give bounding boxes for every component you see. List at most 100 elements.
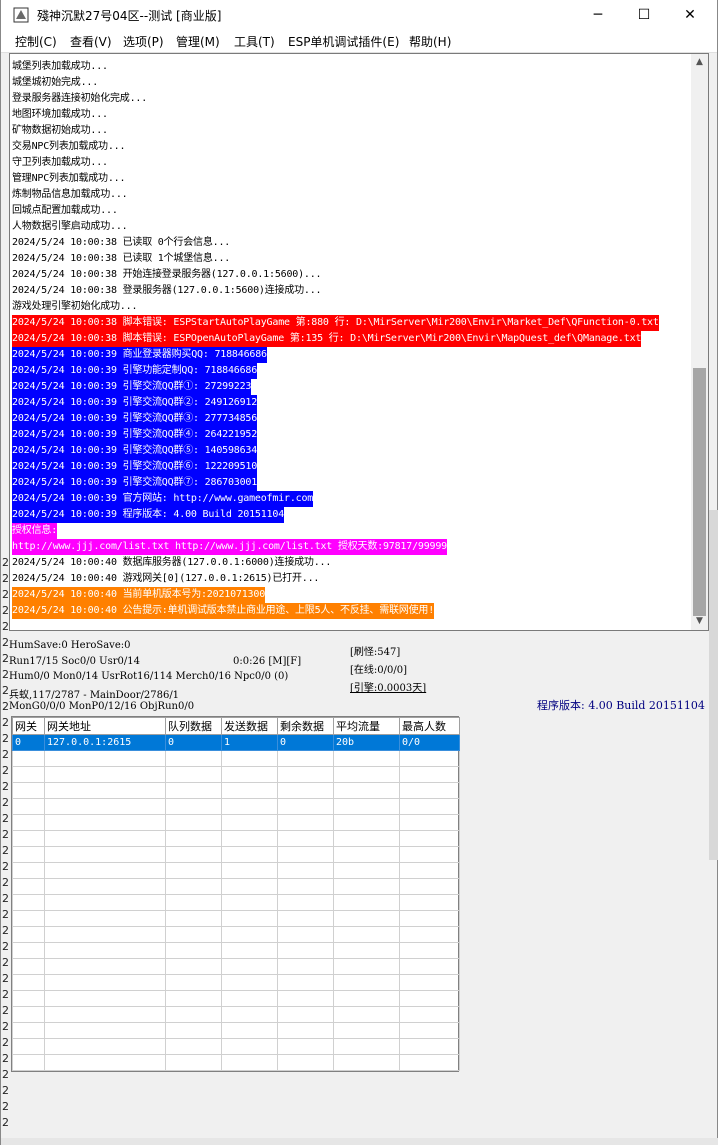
background-digit: 2 bbox=[2, 940, 9, 953]
table-cell bbox=[333, 750, 400, 767]
log-line: 2024/5/24 10:00:39 官方网站: http://www.game… bbox=[12, 491, 313, 507]
table-cell bbox=[221, 1006, 278, 1023]
scroll-down-icon[interactable]: ▼ bbox=[691, 613, 708, 630]
empty-table-row bbox=[12, 958, 460, 975]
table-cell bbox=[221, 1038, 278, 1055]
empty-table-row bbox=[12, 766, 460, 783]
table-cell bbox=[221, 862, 278, 879]
minimize-button[interactable]: ─ bbox=[575, 0, 621, 30]
table-cell bbox=[333, 1054, 400, 1071]
table-cell bbox=[333, 958, 400, 975]
background-digit: 2 bbox=[2, 652, 9, 665]
table-cell bbox=[277, 846, 334, 863]
table-cell bbox=[165, 782, 222, 799]
table-cell bbox=[12, 798, 45, 815]
table-cell bbox=[277, 926, 334, 943]
background-digit: 2 bbox=[2, 700, 9, 713]
table-row[interactable]: 0 127.0.0.1:2615 0 1 0 20b 0/0 bbox=[12, 734, 460, 751]
background-digit: 2 bbox=[2, 764, 9, 777]
col-max-users[interactable]: 最高人数 bbox=[399, 717, 460, 735]
table-cell bbox=[277, 1022, 334, 1039]
table-body: 0 127.0.0.1:2615 0 1 0 20b 0/0 bbox=[12, 734, 460, 1071]
table-cell bbox=[277, 862, 334, 879]
col-queue-data[interactable]: 队列数据 bbox=[165, 717, 222, 735]
table-cell bbox=[165, 1022, 222, 1039]
menu-help[interactable]: 帮助(H) bbox=[409, 33, 451, 50]
scroll-up-icon[interactable]: ▲ bbox=[691, 54, 708, 71]
log-line: 登录服务器连接初始化完成... bbox=[12, 93, 148, 104]
table-cell bbox=[165, 1054, 222, 1071]
col-avg-traffic[interactable]: 平均流量 bbox=[333, 717, 400, 735]
menu-esp-plugin[interactable]: ESP单机调试插件(E) bbox=[288, 33, 399, 50]
table-cell bbox=[12, 1006, 45, 1023]
table-cell bbox=[399, 1038, 460, 1055]
table-cell bbox=[44, 750, 166, 767]
empty-table-row bbox=[12, 894, 460, 911]
close-button[interactable]: ✕ bbox=[667, 0, 713, 30]
table-cell bbox=[399, 862, 460, 879]
table-cell bbox=[221, 942, 278, 959]
background-digit: 2 bbox=[2, 780, 9, 793]
menu-manage[interactable]: 管理(M) bbox=[176, 33, 220, 50]
log-line: 2024/5/24 10:00:40 数据库服务器(127.0.0.1:6000… bbox=[12, 557, 332, 568]
table-cell bbox=[399, 1006, 460, 1023]
log-line: 2024/5/24 10:00:40 当前单机版本号为:2021071300 bbox=[12, 587, 265, 603]
menu-control[interactable]: 控制(C) bbox=[15, 33, 57, 50]
col-remaining-data[interactable]: 剩余数据 bbox=[277, 717, 334, 735]
scroll-thumb[interactable] bbox=[693, 368, 706, 616]
background-digit: 2 bbox=[2, 684, 9, 697]
col-gateway[interactable]: 网关 bbox=[12, 717, 45, 735]
table-cell bbox=[12, 1038, 45, 1055]
table-cell bbox=[44, 798, 166, 815]
table-cell bbox=[44, 1038, 166, 1055]
table-cell bbox=[277, 942, 334, 959]
log-line: 2024/5/24 10:00:39 引擎交流QQ群④: 264221952 bbox=[12, 427, 257, 443]
table-cell bbox=[44, 878, 166, 895]
background-digit: 2 bbox=[2, 812, 9, 825]
log-scrollbar[interactable]: ▲ ▼ bbox=[691, 54, 708, 630]
gateway-grid[interactable]: 网关 网关地址 队列数据 发送数据 剩余数据 平均流量 最高人数 0 127.0.… bbox=[11, 716, 460, 1072]
table-cell bbox=[399, 766, 460, 783]
table-cell bbox=[277, 782, 334, 799]
table-cell bbox=[221, 1054, 278, 1071]
table-cell bbox=[277, 990, 334, 1007]
table-cell bbox=[221, 878, 278, 895]
status-uptime: 0:0:26 [M][F] bbox=[233, 656, 302, 667]
table-cell bbox=[12, 910, 45, 927]
background-digit: 2 bbox=[2, 588, 9, 601]
status-panel: HumSave:0 HeroSave:0 Run17/15 Soc0/0 Usr… bbox=[7, 636, 717, 714]
status-refresh: [刷怪:547] bbox=[350, 647, 401, 658]
table-cell bbox=[399, 830, 460, 847]
col-send-data[interactable]: 发送数据 bbox=[221, 717, 278, 735]
table-cell bbox=[44, 862, 166, 879]
col-gateway-address[interactable]: 网关地址 bbox=[44, 717, 166, 735]
table-cell bbox=[221, 958, 278, 975]
table-cell bbox=[221, 846, 278, 863]
log-line: 2024/5/24 10:00:39 引擎交流QQ群⑦: 286703001 bbox=[12, 475, 257, 491]
background-digit: 2 bbox=[2, 636, 9, 649]
table-cell bbox=[12, 942, 45, 959]
log-line: 交易NPC列表加载成功... bbox=[12, 141, 126, 152]
table-cell bbox=[399, 990, 460, 1007]
background-digit: 2 bbox=[2, 796, 9, 809]
background-digit: 2 bbox=[2, 876, 9, 889]
table-cell bbox=[44, 910, 166, 927]
menu-tools[interactable]: 工具(T) bbox=[234, 33, 275, 50]
table-cell bbox=[333, 910, 400, 927]
log-pane[interactable]: 城堡列表加载成功... 城堡城初始完成... 登录服务器连接初始化完成... 地图环境… bbox=[9, 53, 709, 631]
menu-view[interactable]: 查看(V) bbox=[70, 33, 112, 50]
log-line: 2024/5/24 10:00:39 商业登录器购买QQ: 718846686 bbox=[12, 347, 267, 363]
background-digit: 2 bbox=[2, 828, 9, 841]
table-cell bbox=[12, 766, 45, 783]
table-cell bbox=[44, 766, 166, 783]
background-digit: 2 bbox=[2, 972, 9, 985]
table-cell bbox=[165, 846, 222, 863]
menu-options[interactable]: 选项(P) bbox=[123, 33, 164, 50]
maximize-button[interactable]: ☐ bbox=[621, 0, 667, 30]
status-engine: [引擎:0.0003天] bbox=[350, 683, 427, 694]
log-line: 人物数据引擎启动成功... bbox=[12, 221, 128, 232]
title-bar[interactable]: 殘神沉默27号04区--测试 [商业版] ─ ☐ ✕ bbox=[1, 0, 717, 30]
log-line: 2024/5/24 10:00:38 脚本错误: ESPStartAutoPla… bbox=[12, 315, 659, 331]
log-line: 2024/5/24 10:00:39 引擎交流QQ群③: 277734856 bbox=[12, 411, 257, 427]
table-cell bbox=[221, 894, 278, 911]
